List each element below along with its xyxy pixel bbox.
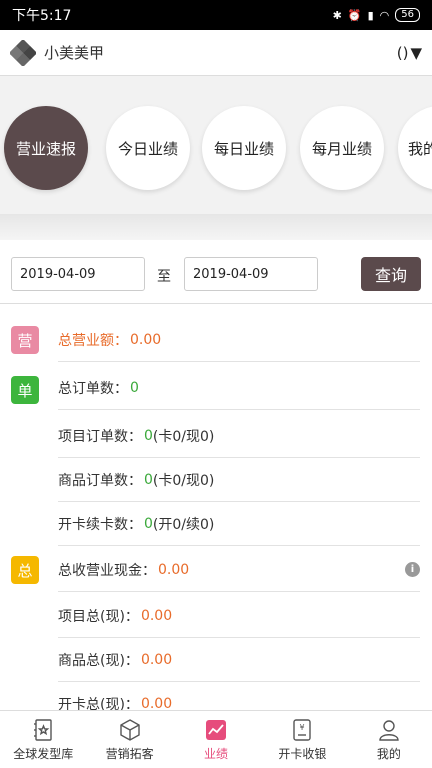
product-orders-value: 0	[144, 471, 153, 488]
item-cash-row: 项目总(现)： 0.00	[58, 594, 420, 638]
item-orders-row: 项目订单数： 0 (卡0/现0)	[58, 414, 420, 458]
total-revenue-label: 总营业额：	[58, 332, 128, 349]
performance-chart-icon	[206, 719, 227, 740]
card-orders-row: 开卡续卡数： 0 (开0/续0)	[58, 502, 420, 546]
item-orders-breakdown: (卡0/现0)	[152, 428, 215, 445]
total-revenue-value: 0.00	[130, 331, 162, 348]
total-orders-label: 总订单数：	[58, 380, 128, 397]
item-cash-value: 0.00	[140, 607, 173, 624]
card-cash-row: 开卡总(现)： 0.00	[58, 682, 420, 711]
cashier-card-icon: ¥	[293, 718, 312, 741]
orders-badge: 单	[11, 376, 39, 404]
nav-cashier[interactable]: ¥ 开卡收银	[259, 711, 345, 768]
svg-text:¥: ¥	[300, 723, 305, 732]
nav-profile[interactable]: 我的	[346, 711, 432, 768]
store-selector-label: ()	[396, 43, 409, 62]
wifi-icon: ◠	[379, 8, 390, 22]
tab-my-performance[interactable]: 我的	[398, 106, 432, 190]
product-orders-breakdown: (卡0/现0)	[152, 472, 215, 489]
status-icons: ✱ ⏰ ▮ ◠ 56	[333, 8, 420, 22]
nav-marketing-label: 营销拓客	[105, 746, 154, 761]
tab-monthly-performance[interactable]: 每月业绩	[300, 106, 384, 190]
nav-performance-label: 业绩	[204, 746, 229, 761]
revenue-badge: 营	[11, 326, 39, 354]
product-cash-value: 0.00	[140, 651, 173, 668]
status-time: 下午5:17	[12, 8, 72, 24]
end-date-input[interactable]: 2019-04-09	[184, 257, 318, 291]
card-orders-value: 0	[144, 515, 153, 532]
nav-hairstyle-library-label: 全球发型库	[13, 746, 74, 761]
total-cash-value: 0.00	[158, 561, 190, 578]
date-range-separator: 至	[157, 269, 171, 285]
app-logo-icon	[10, 39, 36, 66]
battery-icon: 56	[395, 8, 420, 22]
nav-hairstyle-library[interactable]: 全球发型库	[0, 711, 86, 768]
nav-cashier-label: 开卡收银	[278, 746, 327, 761]
nav-marketing[interactable]: 营销拓客	[86, 711, 172, 768]
tab-today-performance[interactable]: 今日业绩	[106, 106, 190, 190]
total-orders-value: 0	[130, 379, 139, 396]
product-orders-label: 商品订单数：	[58, 472, 142, 489]
date-filter-bar: 2019-04-09 至 2019-04-09 查询	[0, 240, 432, 304]
hairstyle-library-icon	[34, 718, 52, 741]
profile-icon	[379, 719, 399, 741]
app-title: 小美美甲	[44, 44, 105, 62]
app-header: 小美美甲 () ▼	[0, 30, 432, 76]
info-icon[interactable]: i	[405, 562, 420, 577]
card-cash-label: 开卡总(现)：	[58, 696, 139, 711]
total-cash-label: 总收营业现金：	[58, 562, 156, 579]
report-tabs: 营业速报 今日业绩 每日业绩 每月业绩 我的	[0, 76, 432, 214]
tab-business-report[interactable]: 营业速报	[4, 106, 88, 190]
product-cash-row: 商品总(现)： 0.00	[58, 638, 420, 682]
store-selector[interactable]: () ▼	[397, 44, 422, 62]
start-date-input[interactable]: 2019-04-09	[11, 257, 145, 291]
marketing-box-icon	[119, 718, 140, 741]
nav-profile-label: 我的	[376, 746, 401, 761]
item-orders-label: 项目订单数：	[58, 428, 142, 445]
item-cash-label: 项目总(现)：	[58, 608, 139, 625]
product-orders-row: 商品订单数： 0 (卡0/现0)	[58, 458, 420, 502]
tab-daily-performance[interactable]: 每日业绩	[202, 106, 286, 190]
product-cash-label: 商品总(现)：	[58, 652, 139, 669]
total-cash-row: 总收营业现金： 0.00 i	[58, 548, 420, 592]
total-revenue-row: 总营业额： 0.00	[58, 318, 420, 362]
item-orders-value: 0	[144, 427, 153, 444]
bottom-nav: 全球发型库 营销拓客 业绩 ¥ 开卡收银 我的	[0, 710, 432, 768]
caret-down-icon: ▼	[410, 43, 422, 62]
alarm-icon: ⏰	[347, 8, 362, 22]
section-separator	[0, 214, 432, 240]
signal-icon: ▮	[367, 8, 374, 22]
bluetooth-icon: ✱	[332, 8, 342, 22]
business-summary-list: 营 总营业额： 0.00 单 总订单数： 0 项目订单数： 0 (卡0/现0) …	[0, 304, 432, 710]
total-badge: 总	[11, 556, 39, 584]
card-orders-breakdown: (开0/续0)	[152, 516, 215, 533]
nav-performance[interactable]: 业绩	[173, 711, 259, 768]
query-button[interactable]: 查询	[361, 257, 421, 291]
status-bar: 下午5:17 ✱ ⏰ ▮ ◠ 56	[0, 0, 432, 30]
card-orders-label: 开卡续卡数：	[58, 516, 142, 533]
card-cash-value: 0.00	[140, 695, 173, 711]
total-orders-row: 总订单数： 0	[58, 366, 420, 410]
